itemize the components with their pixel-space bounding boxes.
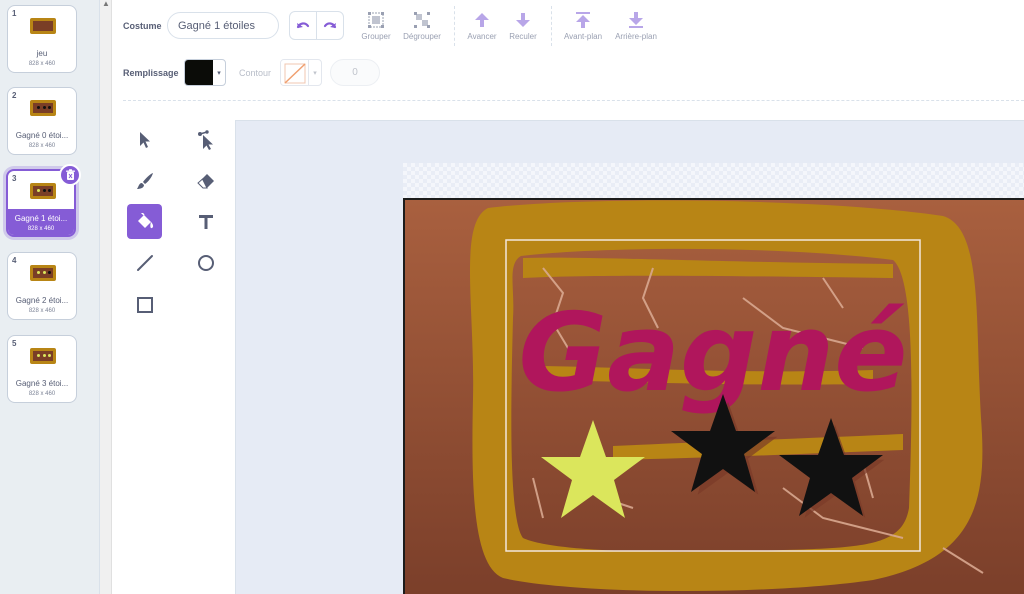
- costume-name-label: jeu: [36, 49, 48, 58]
- costume-name-label: Gagné 2 étoi...: [15, 296, 69, 305]
- costume-number: 4: [12, 256, 17, 265]
- bring-to-front-label: Avant-plan: [563, 32, 603, 41]
- costume-number: 1: [12, 9, 17, 18]
- costume-list-scrollbar[interactable]: ▲: [100, 0, 112, 594]
- group-icon: [368, 12, 384, 28]
- artwork-title-text: Gagné: [519, 291, 908, 416]
- outline-color-picker[interactable]: ▾: [280, 59, 322, 86]
- send-to-back-icon: [629, 12, 643, 28]
- rectangle-icon: [136, 296, 153, 313]
- costume-size-label: 828 x 460: [27, 226, 55, 232]
- costume-artwork[interactable]: Gagné: [403, 198, 1024, 594]
- brush-tool[interactable]: [127, 163, 162, 198]
- group-button[interactable]: Grouper: [351, 10, 401, 41]
- costume-list: 1 jeu 828 x 460 2 Gagné 0 étoi... 828 x …: [0, 0, 100, 594]
- redo-icon: [323, 21, 336, 28]
- costume-size-label: 828 x 460: [28, 143, 56, 149]
- costume-item-3[interactable]: 3 Gagné 1 étoi... 828 x 460: [6, 164, 81, 237]
- backward-label: Reculer: [509, 32, 537, 41]
- costume-item-4[interactable]: 4 Gagné 2 étoi... 828 x 460: [7, 252, 77, 320]
- delete-costume-button[interactable]: [59, 164, 81, 186]
- brush-icon: [136, 172, 153, 189]
- backward-button[interactable]: Reculer: [498, 10, 548, 41]
- dropdown-caret-icon: ▾: [313, 69, 317, 77]
- line-icon: [136, 254, 153, 271]
- fill-color-swatch: [185, 60, 213, 85]
- outline-width-input[interactable]: 0: [330, 59, 380, 86]
- eraser-tool[interactable]: [188, 163, 223, 198]
- fill-tool[interactable]: [127, 204, 162, 239]
- bring-to-front-button[interactable]: Avant-plan: [558, 10, 608, 41]
- toolbar-divider: [123, 100, 1024, 101]
- ungroup-icon: [414, 12, 430, 28]
- reshape-tool[interactable]: [188, 122, 223, 157]
- costume-thumbnail: [30, 100, 56, 116]
- costume-number: 5: [12, 339, 17, 348]
- text-icon: [198, 214, 213, 229]
- costume-name-label: Gagné 1 étoi...: [14, 214, 68, 223]
- eraser-icon: [196, 173, 214, 188]
- arrow-down-icon: [516, 13, 530, 27]
- outline-color-swatch: [281, 60, 309, 85]
- outline-label: Contour: [239, 68, 272, 78]
- costume-thumbnail: [30, 18, 56, 34]
- group-label: Grouper: [361, 32, 391, 41]
- costume-number: 3: [12, 174, 17, 183]
- costume-thumbnail: [30, 348, 56, 364]
- circle-icon: [197, 254, 214, 271]
- select-tool[interactable]: [127, 122, 162, 157]
- send-to-back-button[interactable]: Arrière-plan: [611, 10, 661, 41]
- ungroup-button[interactable]: Dégrouper: [397, 10, 447, 41]
- dropdown-caret-icon: ▾: [217, 69, 221, 77]
- undo-redo-group: [289, 11, 344, 40]
- text-tool[interactable]: [188, 204, 223, 239]
- arrow-up-icon: [475, 13, 489, 27]
- costume-size-label: 828 x 460: [28, 61, 56, 67]
- costume-item-2[interactable]: 2 Gagné 0 étoi... 828 x 460: [7, 87, 77, 155]
- undo-icon: [296, 21, 309, 28]
- toolbar-separator: [454, 6, 455, 46]
- paint-canvas-area[interactable]: Gagné: [235, 120, 1024, 594]
- costume-size-label: 828 x 460: [28, 308, 56, 314]
- scroll-up-arrow-icon[interactable]: ▲: [102, 0, 110, 8]
- costume-name-label: Gagné 0 étoi...: [15, 131, 69, 140]
- rectangle-tool[interactable]: [127, 287, 162, 322]
- bring-to-front-icon: [576, 12, 590, 28]
- fill-label: Remplissage: [123, 68, 179, 78]
- costume-name-input[interactable]: [167, 12, 279, 39]
- send-to-back-label: Arrière-plan: [615, 32, 657, 41]
- costume-item-5[interactable]: 5 Gagné 3 étoi... 828 x 460: [7, 335, 77, 403]
- redo-button[interactable]: [317, 12, 343, 39]
- costume-number: 2: [12, 91, 17, 100]
- fill-color-picker[interactable]: ▾: [184, 59, 226, 86]
- fill-bucket-icon: [137, 212, 153, 228]
- costume-size-label: 828 x 460: [28, 391, 56, 397]
- line-tool[interactable]: [127, 245, 162, 280]
- trash-icon: [65, 169, 75, 180]
- no-color-icon: [284, 63, 306, 84]
- costume-name-label: Gagné 3 étoi...: [15, 379, 69, 388]
- costume-thumbnail: [30, 183, 56, 199]
- arrow-select-icon: [139, 131, 150, 148]
- costume-thumbnail: [30, 265, 56, 281]
- reshape-icon: [197, 129, 213, 150]
- undo-button[interactable]: [290, 12, 317, 39]
- circle-tool[interactable]: [188, 245, 223, 280]
- ungroup-label: Dégrouper: [403, 32, 441, 41]
- costume-label: Costume: [123, 21, 162, 31]
- toolbar-separator: [551, 6, 552, 46]
- costume-item-1[interactable]: 1 jeu 828 x 460: [7, 5, 77, 73]
